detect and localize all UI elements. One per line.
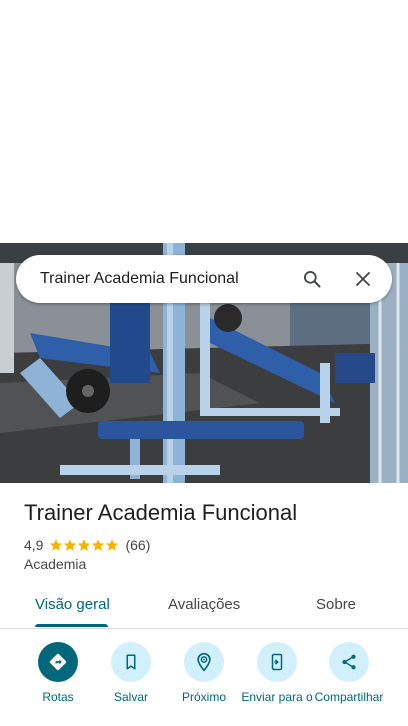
active-tab-indicator	[35, 624, 108, 627]
review-count[interactable]: (66)	[125, 537, 150, 553]
send-to-phone-icon	[257, 642, 297, 682]
star-icon	[106, 539, 119, 551]
bookmark-icon	[111, 642, 151, 682]
search-bar[interactable]: Trainer Academia Funcional	[16, 255, 392, 303]
star-icon	[92, 539, 105, 551]
search-input[interactable]: Trainer Academia Funcional	[16, 270, 300, 288]
star-icon	[78, 539, 91, 551]
directions-icon	[38, 642, 78, 682]
place-title: Trainer Academia Funcional	[24, 500, 298, 525]
share-button[interactable]: Compartilhar	[311, 642, 387, 704]
tab-reviews[interactable]: Avaliações	[168, 596, 240, 613]
tab-bar: Visão geral Avaliações Sobre	[0, 584, 408, 629]
send-to-phone-button[interactable]: Enviar para o	[239, 642, 315, 704]
send-to-phone-label: Enviar para o	[241, 690, 313, 704]
save-label: Salvar	[113, 690, 148, 704]
nearby-icon	[184, 642, 224, 682]
save-button[interactable]: Salvar	[93, 642, 169, 704]
close-icon[interactable]	[351, 267, 375, 291]
share-label: Compartilhar	[314, 690, 384, 704]
directions-button[interactable]: Rotas	[20, 642, 96, 704]
rating-stars	[49, 538, 119, 552]
nearby-label: Próximo	[181, 690, 226, 704]
star-icon	[64, 539, 77, 551]
place-category: Academia	[24, 556, 87, 572]
tab-about[interactable]: Sobre	[316, 596, 356, 613]
share-icon	[329, 642, 369, 682]
rating-value: 4,9	[24, 537, 44, 553]
action-bar: Rotas Salvar Próximo Enviar para o Compa…	[0, 642, 408, 726]
rating-row[interactable]: 4,9 (66)	[24, 536, 150, 554]
tab-overview[interactable]: Visão geral	[35, 596, 110, 613]
directions-label: Rotas	[42, 690, 74, 704]
star-icon	[50, 539, 63, 551]
nearby-button[interactable]: Próximo	[166, 642, 242, 704]
search-icon[interactable]	[300, 267, 324, 291]
